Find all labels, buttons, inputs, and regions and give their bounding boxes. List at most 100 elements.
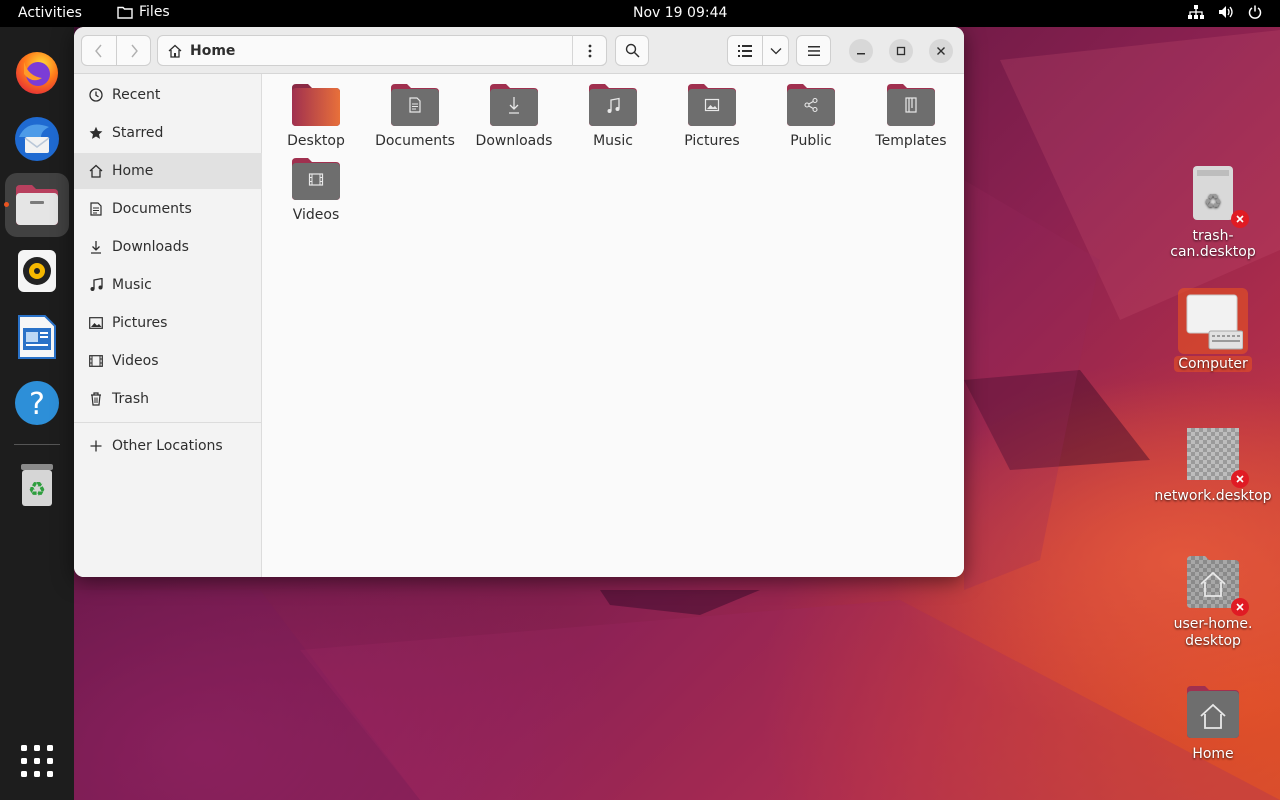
error-badge-icon <box>1231 470 1249 488</box>
star-icon <box>89 126 103 139</box>
sidebar-item-pictures[interactable]: Pictures <box>74 305 262 341</box>
dock-firefox[interactable] <box>5 41 69 105</box>
download-icon <box>91 241 101 254</box>
sidebar-item-documents[interactable]: Documents <box>74 191 262 227</box>
rhythmbox-icon <box>18 250 56 292</box>
thunderbird-icon <box>15 117 59 161</box>
files-icon <box>16 185 58 225</box>
folder-item[interactable]: Desktop <box>268 83 364 149</box>
sidebar-item-recent[interactable]: Recent <box>74 77 262 113</box>
desktop-icon-label: trash-can.desktop <box>1170 228 1256 260</box>
maximize-icon <box>896 46 906 56</box>
desktop-icon-label: Home <box>1192 746 1234 762</box>
file-view[interactable]: Desktop Documents Downloads Music Pictur… <box>263 74 964 577</box>
back-button[interactable] <box>81 35 117 66</box>
minimize-button[interactable] <box>849 39 873 63</box>
folder-item[interactable]: Downloads <box>466 83 562 149</box>
folder-label: Downloads <box>475 133 553 149</box>
music-icon <box>90 278 103 291</box>
templates-folder-icon <box>887 84 935 126</box>
list-view-button[interactable] <box>727 35 763 66</box>
view-options-button[interactable] <box>762 35 789 66</box>
clock[interactable]: Nov 19 09:44 <box>633 5 727 21</box>
dock-files[interactable] <box>5 173 69 237</box>
help-icon: ? <box>15 381 59 425</box>
activities-button[interactable]: Activities <box>18 5 82 21</box>
path-bar[interactable]: Home <box>157 35 607 66</box>
sidebar-item-label: Starred <box>112 125 164 141</box>
maximize-button[interactable] <box>889 39 913 63</box>
search-icon <box>625 43 640 58</box>
document-icon <box>90 202 102 216</box>
error-badge-icon <box>1231 210 1249 228</box>
sidebar-item-home[interactable]: Home <box>74 153 262 189</box>
dock-help[interactable]: ? <box>5 371 69 435</box>
path-menu-button[interactable] <box>572 35 607 66</box>
sidebar-item-starred[interactable]: Starred <box>74 115 262 151</box>
folder-label: Public <box>790 133 832 149</box>
chevron-right-icon <box>130 44 138 57</box>
dock-thunderbird[interactable] <box>5 107 69 171</box>
network-icon <box>1188 5 1204 19</box>
sidebar-item-label: Other Locations <box>112 438 223 454</box>
desktop-icon-user-home[interactable]: user-home. desktop <box>1151 552 1275 650</box>
svg-text:?: ? <box>29 387 45 422</box>
sidebar-item-label: Videos <box>112 353 159 369</box>
folder-label: Documents <box>375 133 455 149</box>
folder-label: Pictures <box>684 133 740 149</box>
sidebar-item-music[interactable]: Music <box>74 267 262 303</box>
clock-icon <box>89 88 103 102</box>
folder-label: Templates <box>875 133 947 149</box>
documents-folder-icon <box>391 84 439 126</box>
home-folder-icon <box>1187 686 1239 738</box>
sidebar-item-label: Recent <box>112 87 161 103</box>
desktop-icon-network[interactable]: network.desktop <box>1151 424 1275 504</box>
sidebar-item-trash[interactable]: Trash <box>74 381 262 417</box>
app-menu[interactable]: Files <box>117 4 170 20</box>
sidebar-item-label: Music <box>112 277 152 293</box>
sidebar: Recent Starred Home Documents Downloads … <box>74 74 262 577</box>
folder-item[interactable]: Public <box>763 83 859 149</box>
folder-item[interactable]: Music <box>565 83 661 149</box>
power-icon <box>1248 5 1262 19</box>
forward-button[interactable] <box>116 35 151 66</box>
desktop-icon-home[interactable]: Home <box>1151 682 1275 762</box>
plus-icon <box>90 440 102 452</box>
close-icon <box>937 47 945 55</box>
desktop-folder-icon <box>292 84 340 126</box>
home-icon <box>168 44 182 58</box>
sidebar-item-other-locations[interactable]: Other Locations <box>74 428 262 464</box>
sidebar-item-downloads[interactable]: Downloads <box>74 229 262 265</box>
desktop-icon-trash-can[interactable]: ♻ trash-can.desktop <box>1151 164 1275 260</box>
show-apps-icon[interactable] <box>21 745 53 777</box>
main-menu-button[interactable] <box>796 35 831 66</box>
minimize-icon <box>857 53 865 55</box>
desktop-icon-label: network.desktop <box>1154 488 1272 504</box>
downloads-folder-icon <box>490 84 538 126</box>
app-menu-label: Files <box>139 4 170 20</box>
desktop-icon-computer[interactable]: Computer <box>1151 288 1275 372</box>
folder-label: Videos <box>292 207 340 223</box>
top-bar: Activities Files Nov 19 09:44 <box>0 0 1280 27</box>
sidebar-item-label: Home <box>112 163 154 179</box>
svg-text:♻: ♻ <box>1204 189 1222 213</box>
system-tray[interactable] <box>1188 5 1262 19</box>
dock-writer[interactable] <box>5 305 69 369</box>
folder-item[interactable]: Pictures <box>664 83 760 149</box>
chevron-left-icon <box>95 44 102 57</box>
folder-item[interactable]: Documents <box>367 83 463 149</box>
public-folder-icon <box>787 84 835 126</box>
search-button[interactable] <box>615 35 649 66</box>
dock-rhythmbox[interactable] <box>5 239 69 303</box>
dock-trash[interactable]: ♻ <box>5 453 69 517</box>
folder-item[interactable]: Videos <box>268 157 364 223</box>
picture-icon <box>89 317 103 329</box>
sidebar-item-label: Documents <box>112 201 192 217</box>
sidebar-item-videos[interactable]: Videos <box>74 343 262 379</box>
firefox-icon <box>16 52 58 94</box>
desktop-icon-label: Computer <box>1174 356 1252 372</box>
close-button[interactable] <box>929 39 953 63</box>
folder-icon <box>117 6 133 19</box>
dock: ? ♻ <box>0 27 74 800</box>
folder-item[interactable]: Templates <box>863 83 959 149</box>
